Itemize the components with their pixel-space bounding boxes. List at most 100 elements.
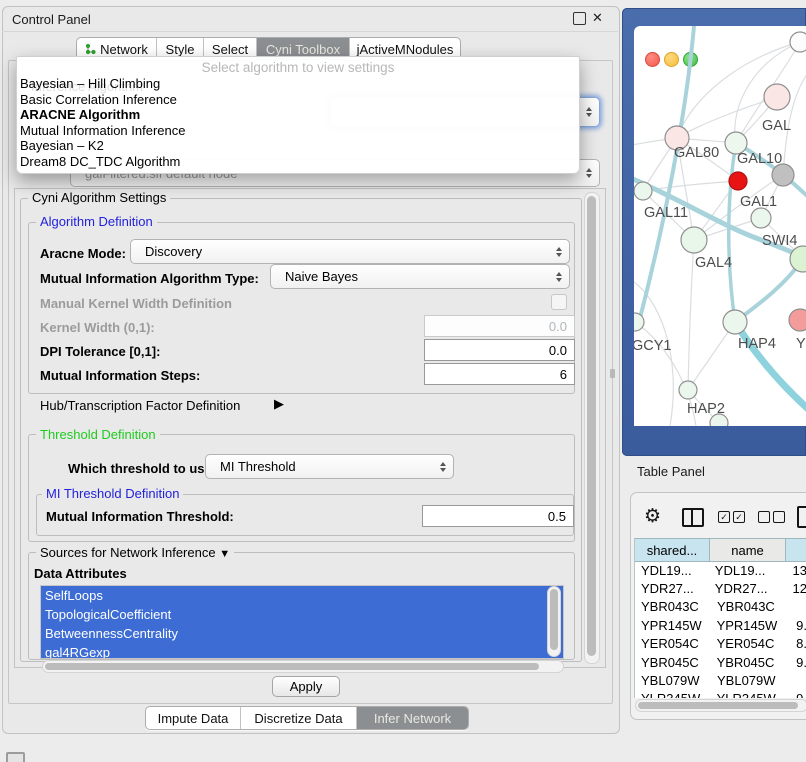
close-window-icon[interactable]: ✕ [591,11,604,24]
table-cell: 12 [789,581,806,596]
which-threshold-select[interactable]: MI Threshold [205,454,454,479]
data-attributes-label: Data Attributes [34,566,127,581]
table-cell: 9. [792,691,806,698]
network-node[interactable] [710,414,728,426]
attributes-hscrollbar[interactable] [42,660,564,673]
manual-kernel-width-checkbox[interactable] [551,294,567,310]
data-attribute-item[interactable]: SelfLoops [41,586,563,605]
network-node-gal11[interactable] [634,182,652,200]
column-header-shared-name[interactable]: shared... [635,538,710,562]
attributes-scrollbar[interactable] [547,586,561,657]
aracne-mode-select[interactable]: Discovery [130,239,570,264]
algorithm-option[interactable]: Mutual Information Inference [17,123,579,139]
network-node[interactable] [790,32,806,52]
gear-icon[interactable]: ⚙ [644,507,661,526]
tab-impute-data[interactable]: Impute Data [146,707,241,729]
column-header-partial[interactable] [786,538,806,562]
algorithm-option-list: Bayesian – Hill ClimbingBasic Correlatio… [17,76,579,170]
export-table-icon[interactable] [797,506,806,528]
mi-steps-field[interactable]: 6 [424,363,575,385]
manual-kernel-width-label: Manual Kernel Width Definition [40,296,232,311]
split-columns-icon[interactable] [682,508,704,527]
network-node-gal4[interactable] [681,227,707,253]
tab-discretize-data[interactable]: Discretize Data [241,707,357,729]
algorithm-option[interactable]: Dream8 DC_TDC Algorithm [17,154,579,170]
table-row[interactable]: YBR043CYBR043C [635,598,806,616]
network-node-hap2[interactable] [679,381,697,399]
node-table[interactable]: shared... name YDL19...YDL19...13YDR27..… [634,538,806,698]
network-node-gal1[interactable] [751,208,771,228]
network-node-gal[interactable] [764,84,790,110]
expand-arrow-icon[interactable]: ▶ [274,396,284,412]
spinner-arrows-icon [556,272,562,282]
table-hscrollbar[interactable] [635,699,806,712]
mi-algorithm-type-select[interactable]: Naive Bayes [270,264,570,289]
table-cell: YER054C [715,636,793,651]
algorithm-option[interactable]: Basic Correlation Inference [17,92,579,108]
mi-algorithm-type-value: Naive Bayes [271,269,358,284]
deselect-all-columns-icon[interactable] [758,511,785,523]
table-cell: YBR043C [635,599,715,614]
tab-infer-network[interactable]: Infer Network [357,707,468,729]
network-node-hap4[interactable] [723,310,747,334]
mi-threshold-group-title: MI Threshold Definition [42,487,183,501]
network-node-label: SWI4 [762,233,797,249]
collapse-arrow-icon[interactable]: ▼ [219,548,230,560]
network-icon [85,43,96,55]
mi-algorithm-type-label: Mutual Information Algorithm Type: [40,271,259,286]
data-attribute-item[interactable]: TopologicalCoefficient [41,605,563,624]
threshold-definition-title: Threshold Definition [36,428,160,442]
mi-threshold-label: Mutual Information Threshold: [46,509,234,524]
apply-button[interactable]: Apply [272,676,340,697]
dropdown-placeholder: Select algorithm to view settings [17,60,579,75]
dpi-tolerance-label: DPI Tolerance [0,1]: [40,344,160,359]
data-attributes-list[interactable]: SelfLoopsTopologicalCoefficientBetweenne… [40,585,564,659]
table-row[interactable]: YLR345WYLR345W9. [635,690,806,698]
network-node[interactable] [772,164,794,186]
network-node-label: GAL80 [674,145,719,161]
settings-scrollbar[interactable] [584,192,600,664]
table-cell: YDR27... [635,581,713,596]
algorithm-option[interactable]: ARACNE Algorithm [17,107,579,123]
spinner-arrows-icon [586,107,592,117]
split-pane-grip[interactable] [610,369,615,378]
network-view-window[interactable]: GALGAL80GAL10GAL1GAL11GAL4SWI4GCY1HAP4YH… [634,26,806,426]
dpi-tolerance-field[interactable]: 0.0 [424,339,575,361]
table-row[interactable]: YPR145WYPR145W9. [635,616,806,634]
network-node[interactable] [729,172,747,190]
kernel-width-field[interactable]: 0.0 [424,315,575,337]
network-node-y[interactable] [789,309,806,331]
column-header-name[interactable]: name [710,538,786,562]
table-row[interactable]: YDL19...YDL19...13 [635,561,806,579]
table-row[interactable]: YBR045CYBR045C9. [635,653,806,671]
table-cell: YDL19... [635,563,713,578]
collapsed-panel-icon[interactable] [6,752,25,762]
table-cell: 13 [789,563,806,578]
table-row[interactable]: YBL079WYBL079W [635,671,806,689]
table-row[interactable]: YER054CYER054C8. [635,635,806,653]
algorithm-definition-title: Algorithm Definition [36,215,157,229]
network-node-label: GAL11 [644,205,688,221]
hub-definition-label: Hub/Transcription Factor Definition [40,398,240,413]
algorithm-dropdown-popup: Select algorithm to view settings Infere… [16,56,580,174]
which-threshold-value: MI Threshold [206,459,296,474]
table-row[interactable]: YDR27...YDR27...12 [635,579,806,597]
table-cell: YBL079W [715,673,793,688]
network-canvas[interactable]: GALGAL80GAL10GAL1GAL11GAL4SWI4GCY1HAP4YH… [634,26,806,426]
table-cell: YLR345W [635,691,715,698]
kernel-width-label: Kernel Width (0,1): [40,320,155,335]
algorithm-option[interactable]: Bayesian – Hill Climbing [17,76,579,92]
float-window-icon[interactable] [573,12,586,25]
select-all-columns-icon[interactable]: ✓✓ [718,511,745,523]
mi-threshold-field[interactable]: 0.5 [422,505,574,527]
screen: Control Panel ✕ Network Style Select Cyn… [0,0,806,762]
network-node-label: HAP4 [738,336,776,352]
sources-title-wrap: Sources for Network Inference ▼ [36,546,234,561]
data-attribute-item[interactable]: BetweennessCentrality [41,624,563,643]
data-attribute-item[interactable]: gal4RGexp [41,643,563,659]
table-cell: 9. [792,655,806,670]
control-panel-titlebar[interactable] [2,6,618,32]
algorithm-option[interactable]: Bayesian – K2 [17,138,579,154]
mi-steps-label: Mutual Information Steps: [40,368,200,383]
table-cell: 8. [792,636,806,651]
